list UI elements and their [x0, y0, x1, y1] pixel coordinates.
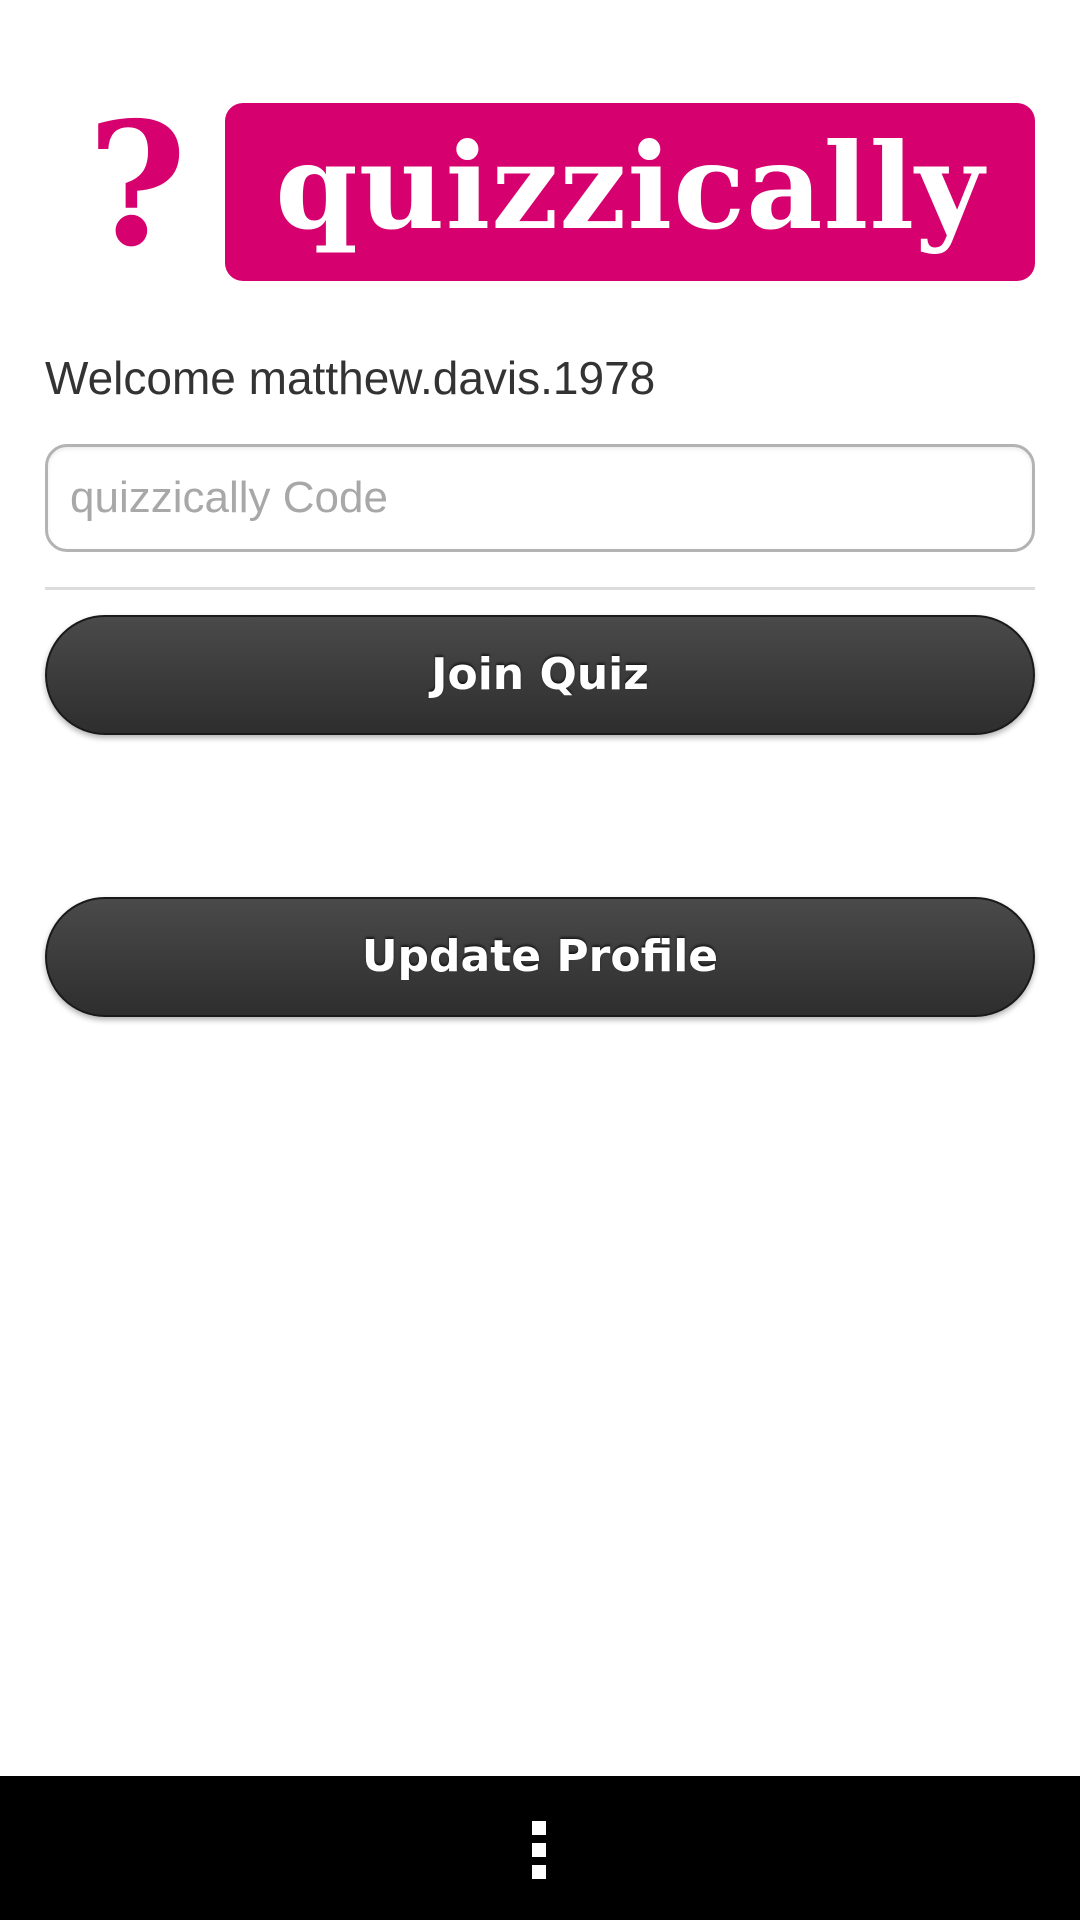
app-logo: ? quizzically [0, 0, 1080, 300]
update-profile-button[interactable]: Update Profile [45, 897, 1035, 1017]
divider [45, 587, 1035, 590]
logo-wordmark-box: quizzically [225, 103, 1035, 281]
question-mark-icon: ? [87, 85, 187, 285]
welcome-message: Welcome matthew.davis.1978 [45, 352, 656, 404]
overflow-menu-icon[interactable] [532, 1821, 548, 1881]
quiz-code-input[interactable] [45, 444, 1035, 552]
logo-wordmark: quizzically [275, 117, 985, 256]
system-navigation-bar [0, 1776, 1080, 1920]
quiz-home-screen: ? quizzically Welcome matthew.davis.1978… [0, 0, 1080, 1920]
join-quiz-button[interactable]: Join Quiz [45, 615, 1035, 735]
